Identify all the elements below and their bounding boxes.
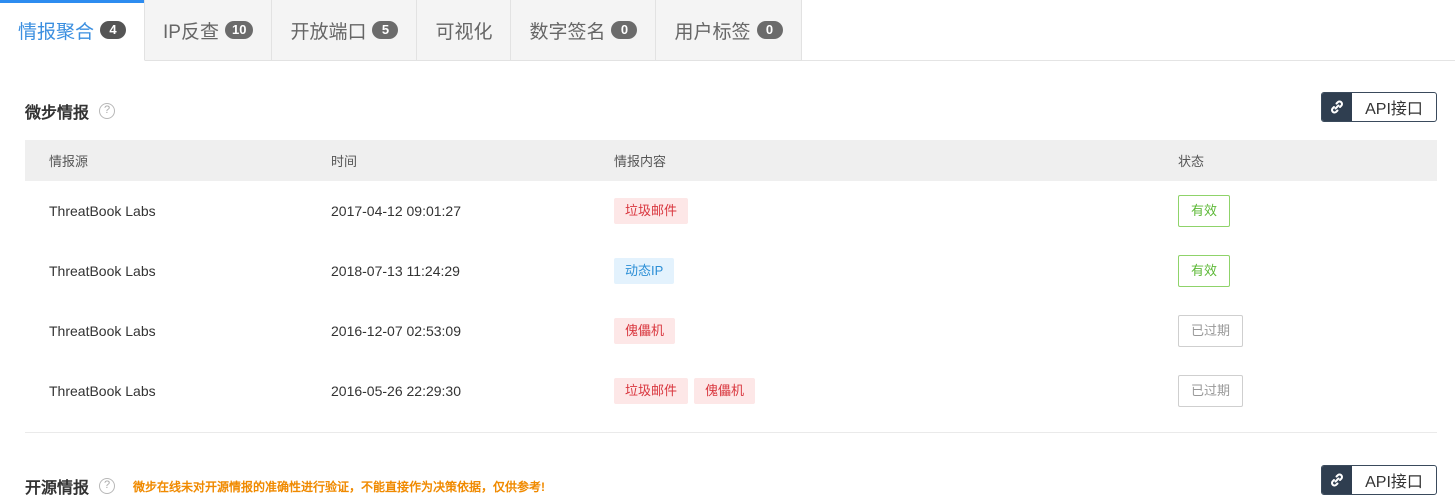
column-header-content: 情报内容 xyxy=(614,154,667,169)
cell-status: 有效 xyxy=(1178,255,1231,287)
table-row: ThreatBook Labs 2017-04-12 09:01:27 垃圾邮件 有效 xyxy=(25,181,1437,241)
section-title-text: 微步情报 xyxy=(25,105,90,122)
api-button-weibu[interactable]: API接口 xyxy=(1321,92,1437,122)
tab-4[interactable]: 数字签名 0 xyxy=(511,0,657,61)
tab-label: 用户标签 xyxy=(674,21,751,43)
cell-time: 2017-04-12 09:01:27 xyxy=(331,203,461,219)
column-header-status: 状态 xyxy=(1178,154,1205,169)
cell-time: 2016-12-07 02:53:09 xyxy=(331,323,461,339)
table-header: 情报源 时间 情报内容 状态 xyxy=(25,140,1437,181)
cell-time: 2018-07-13 11:24:29 xyxy=(331,263,460,279)
intel-tag: 傀儡机 xyxy=(694,378,756,404)
tab-3[interactable]: 可视化 xyxy=(417,0,512,61)
cell-status: 有效 xyxy=(1178,195,1231,227)
tab-2[interactable]: 开放端口 5 xyxy=(272,0,418,61)
column-header-time: 时间 xyxy=(331,154,358,169)
link-icon xyxy=(1322,93,1352,121)
api-button-label: API接口 xyxy=(1365,101,1423,118)
status-badge: 有效 xyxy=(1178,195,1231,227)
cell-source: ThreatBook Labs xyxy=(49,383,156,399)
section-title-opensource: 开源情报 ? 微步在线未对开源情报的准确性进行验证，不能直接作为决策依据，仅供参… xyxy=(25,474,545,498)
intel-table: 情报源 时间 情报内容 状态 ThreatBook Labs 2017-04-12… xyxy=(25,140,1437,421)
tabs: 情报聚合 4 IP反查 10 开放端口 5 可视化 数字签名 0 用户标签 0 xyxy=(0,0,802,61)
tab-count-badge: 0 xyxy=(756,21,783,39)
tab-label: 情报聚合 xyxy=(18,21,95,43)
disclaimer-notice: 微步在线未对开源情报的准确性进行验证，不能直接作为决策依据，仅供参考! xyxy=(133,479,546,494)
cell-content: 傀儡机 xyxy=(614,318,676,344)
tab-label: IP反查 xyxy=(163,21,219,43)
cell-content: 垃圾邮件 xyxy=(614,198,689,224)
cell-content: 动态IP xyxy=(614,258,675,284)
question-circle-icon[interactable]: ? xyxy=(99,103,116,119)
question-circle-icon[interactable]: ? xyxy=(99,478,116,494)
table-row: ThreatBook Labs 2016-05-26 22:29:30 垃圾邮件 傀儡… xyxy=(25,361,1437,421)
intel-tag: 垃圾邮件 xyxy=(614,198,689,224)
status-badge: 已过期 xyxy=(1178,375,1244,407)
tab-5[interactable]: 用户标签 0 xyxy=(656,0,802,61)
cell-source: ThreatBook Labs xyxy=(49,263,156,279)
section-title-weibu: 微步情报 ? xyxy=(25,99,116,123)
tab-count-badge: 0 xyxy=(611,21,638,39)
cell-source: ThreatBook Labs xyxy=(49,323,156,339)
section-divider xyxy=(25,432,1437,433)
table-row: ThreatBook Labs 2018-07-13 11:24:29 动态IP 有效 xyxy=(25,241,1437,301)
tab-label: 数字签名 xyxy=(529,21,606,43)
tab-count-badge: 10 xyxy=(224,21,254,39)
cell-source: ThreatBook Labs xyxy=(49,203,156,219)
cell-status: 已过期 xyxy=(1178,315,1244,347)
cell-time: 2016-05-26 22:29:30 xyxy=(331,383,461,399)
status-badge: 已过期 xyxy=(1178,315,1244,347)
column-header-source: 情报源 xyxy=(49,154,89,169)
intel-tag: 垃圾邮件 xyxy=(614,378,689,404)
section-title-text: 开源情报 xyxy=(25,480,90,497)
link-icon xyxy=(1322,466,1352,494)
tab-label: 开放端口 xyxy=(290,21,367,43)
intel-tag: 傀儡机 xyxy=(614,318,676,344)
status-badge: 有效 xyxy=(1178,255,1231,287)
api-button-opensource[interactable]: API接口 xyxy=(1321,465,1437,495)
table-body: ThreatBook Labs 2017-04-12 09:01:27 垃圾邮件 有效… xyxy=(25,181,1437,421)
tab-0[interactable]: 情报聚合 4 xyxy=(0,0,146,61)
api-button-label: API接口 xyxy=(1365,474,1423,491)
tab-1[interactable]: IP反查 10 xyxy=(145,0,273,61)
tab-bar: 情报聚合 4 IP反查 10 开放端口 5 可视化 数字签名 0 用户标签 0 xyxy=(0,0,1455,61)
cell-status: 已过期 xyxy=(1178,375,1244,407)
tab-count-badge: 5 xyxy=(372,21,399,39)
tab-label: 可视化 xyxy=(435,21,493,43)
tab-count-badge: 4 xyxy=(100,21,127,39)
cell-content: 垃圾邮件 傀儡机 xyxy=(614,378,756,404)
intel-tag: 动态IP xyxy=(614,258,675,284)
table-row: ThreatBook Labs 2016-12-07 02:53:09 傀儡机 已过期 xyxy=(25,301,1437,361)
